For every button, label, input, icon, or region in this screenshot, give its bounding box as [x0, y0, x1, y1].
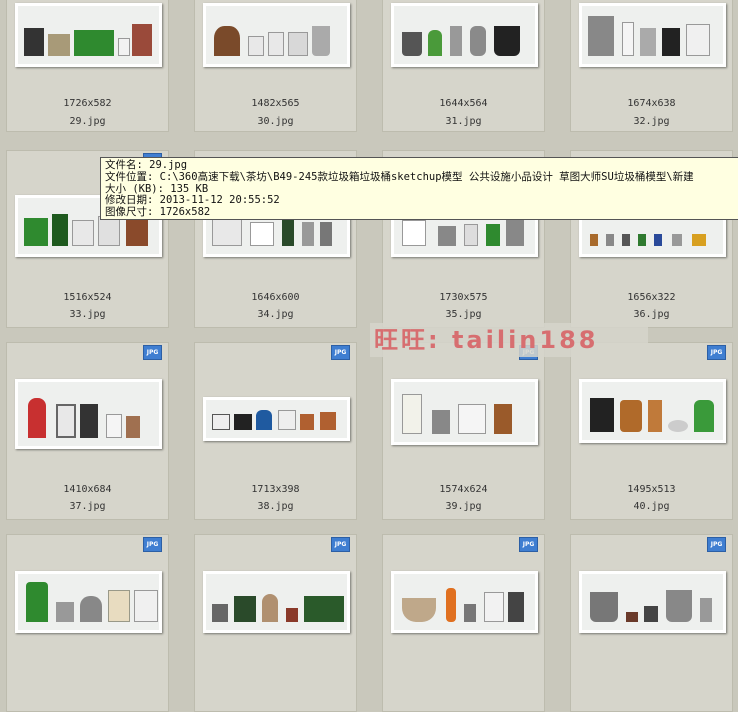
tooltip-image-size: 图像尺寸: 1726x582: [105, 206, 211, 219]
thumbnail-tile[interactable]: 1726x582 29.jpg: [6, 0, 169, 132]
jpg-icon: JPG: [143, 537, 162, 552]
thumbnail-tile[interactable]: JPG 1574x624 39.jpg: [382, 342, 545, 520]
file-name: 38.jpg: [257, 501, 294, 512]
thumbnail-image: [579, 3, 726, 67]
file-name: 33.jpg: [69, 309, 106, 320]
image-dimensions: 1410x684: [63, 484, 112, 495]
jpg-icon: JPG: [331, 537, 350, 552]
image-dimensions: 1674x638: [627, 98, 676, 109]
file-name: 40.jpg: [633, 501, 670, 512]
tooltip-file-location: 文件位置: C:\360高速下载\茶坊\B49-245款垃圾箱垃圾桶sketch…: [105, 170, 694, 183]
thumbnail-image: [391, 3, 538, 67]
file-name: 36.jpg: [633, 309, 670, 320]
thumbnail-image: [15, 3, 162, 67]
thumbnail-image: [203, 3, 350, 67]
thumbnail-tile[interactable]: JPG: [6, 534, 169, 712]
jpg-icon: JPG: [519, 537, 538, 552]
thumbnail-tile[interactable]: JPG 1713x398 38.jpg: [194, 342, 357, 520]
image-dimensions: 1482x565: [251, 98, 300, 109]
jpg-icon: JPG: [331, 345, 350, 360]
thumbnail-image: [579, 379, 726, 443]
thumbnail-tile[interactable]: JPG: [382, 534, 545, 712]
thumbnail-tile[interactable]: JPG 1495x513 40.jpg: [570, 342, 733, 520]
thumbnail-tile[interactable]: 1482x565 30.jpg: [194, 0, 357, 132]
image-dimensions: 1495x513: [627, 484, 676, 495]
jpg-icon: JPG: [707, 345, 726, 360]
jpg-icon: JPG: [707, 537, 726, 552]
thumbnail-image: [203, 571, 350, 633]
thumbnail-image: [391, 379, 538, 445]
image-dimensions: 1646x600: [251, 292, 300, 303]
thumbnail-tile[interactable]: 1644x564 31.jpg: [382, 0, 545, 132]
thumbnail-tile[interactable]: 1674x638 32.jpg: [570, 0, 733, 132]
image-dimensions: 1713x398: [251, 484, 300, 495]
file-name: 39.jpg: [445, 501, 482, 512]
file-name: 29.jpg: [69, 116, 106, 127]
image-dimensions: 1574x624: [439, 484, 488, 495]
image-dimensions: 1516x524: [63, 292, 112, 303]
file-name: 32.jpg: [633, 116, 670, 127]
file-name: 31.jpg: [445, 116, 482, 127]
file-name: 37.jpg: [69, 501, 106, 512]
thumbnail-image: [15, 571, 162, 633]
thumbnail-image: [203, 397, 350, 441]
image-dimensions: 1644x564: [439, 98, 488, 109]
thumbnail-tile[interactable]: JPG: [570, 534, 733, 712]
thumbnail-image: [15, 379, 162, 449]
image-dimensions: 1656x322: [627, 292, 676, 303]
file-name: 30.jpg: [257, 116, 294, 127]
file-name: 34.jpg: [257, 309, 294, 320]
image-dimensions: 1726x582: [63, 98, 112, 109]
image-dimensions: 1730x575: [439, 292, 488, 303]
file-name: 35.jpg: [445, 309, 482, 320]
file-info-tooltip: 文件名: 29.jpg 文件位置: C:\360高速下载\茶坊\B49-245款…: [100, 157, 738, 220]
jpg-icon: JPG: [143, 345, 162, 360]
thumbnail-image: [579, 571, 726, 633]
thumbnail-tile[interactable]: JPG 1410x684 37.jpg: [6, 342, 169, 520]
thumbnail-image: [391, 571, 538, 633]
watermark-text: 旺旺: tailin188: [370, 323, 648, 357]
thumbnail-tile[interactable]: JPG: [194, 534, 357, 712]
